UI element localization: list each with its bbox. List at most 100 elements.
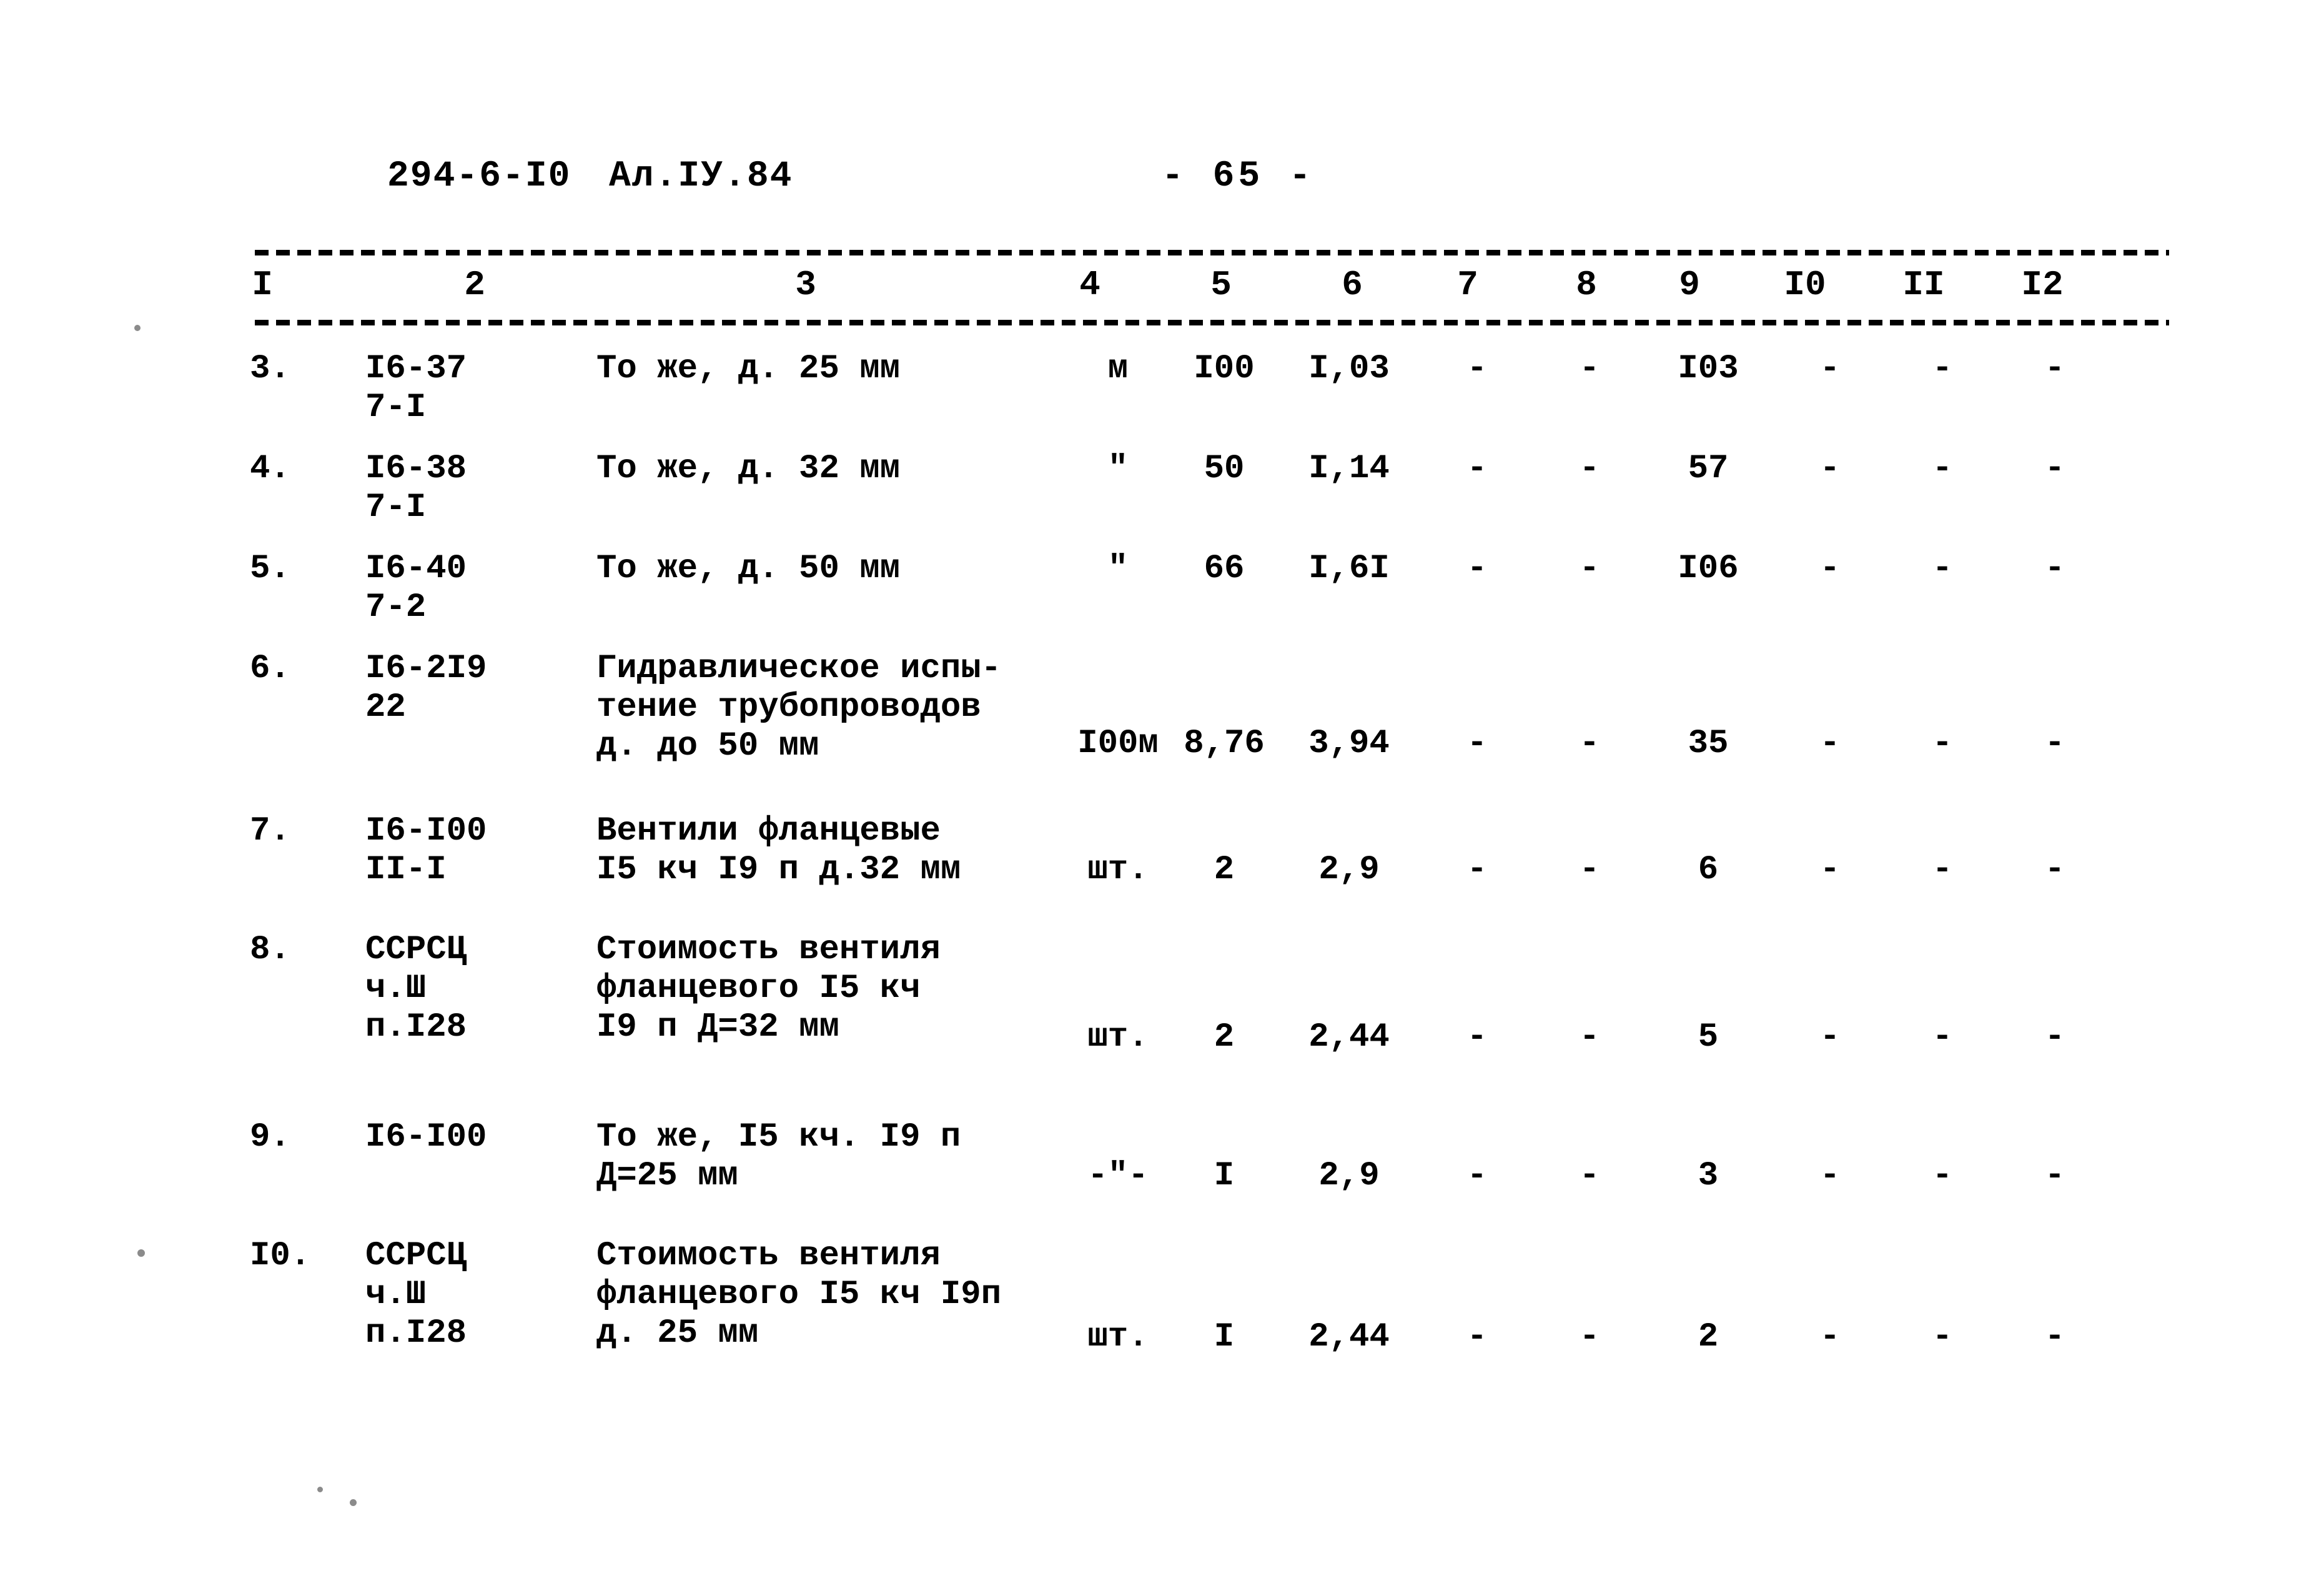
- row-value-col4: 2: [1214, 851, 1235, 889]
- row-value-col4: 2: [1214, 1018, 1235, 1056]
- row-value-col9: -: [1819, 1018, 1841, 1056]
- row-description-line-1: То же, I5 кч. I9 п: [596, 1118, 961, 1156]
- row-value-col11: -: [2044, 550, 2065, 588]
- row-value-col8: 5: [1698, 1018, 1719, 1056]
- row-description: То же, д. 32 мм: [596, 450, 1059, 488]
- row-code-line-1: I6-I00: [365, 812, 487, 850]
- row-value-col6: -: [1466, 1157, 1488, 1195]
- row-code-line-3: п.I28: [365, 1008, 467, 1046]
- table-header-bottom-rule: [255, 320, 2169, 325]
- row-value-col10: -: [1932, 1157, 1953, 1195]
- row-description-line-2: тение трубопроводов: [596, 688, 981, 726]
- row-value-col5: 2,44: [1308, 1318, 1390, 1356]
- table-row: 8. ССРСЦ ч.Ш п.I28 Стоимость вентиля фланцево…: [0, 931, 2324, 1118]
- row-code: I6-37 7-I: [365, 350, 603, 427]
- row-code-line-2: 7-I: [365, 389, 427, 427]
- row-value-col5: I,6I: [1308, 550, 1390, 588]
- row-value-col4: I: [1214, 1157, 1235, 1195]
- column-header-12: I2: [2021, 265, 2064, 305]
- album-reference: Ал.IУ.84: [609, 156, 793, 197]
- table-top-rule: [255, 250, 2169, 255]
- row-value-col11: -: [2044, 1018, 2065, 1056]
- row-code-line-2: ч.Ш: [365, 1276, 427, 1314]
- row-index: 9.: [250, 1118, 290, 1156]
- row-code: ССРСЦ ч.Ш п.I28: [365, 931, 603, 1047]
- row-description-line-1: Стоимость вентиля: [596, 931, 941, 969]
- row-value-col6: -: [1466, 350, 1488, 388]
- row-code: I6-I00: [365, 1118, 603, 1157]
- row-code-line-1: I6-40: [365, 550, 467, 588]
- row-code-line-2: 22: [365, 688, 406, 726]
- row-value-col10: -: [1932, 851, 1953, 889]
- row-value-col11: -: [2044, 725, 2065, 763]
- row-value-col4: 8,76: [1184, 725, 1265, 763]
- table-row: 5. I6-40 7-2 То же, д. 50 мм " 66 I,6I - - I06- - -: [0, 550, 2324, 650]
- row-value-col9: -: [1819, 550, 1841, 588]
- row-description-line-1: То же, д. 32 мм: [596, 450, 901, 488]
- row-code-line-1: I6-I00: [365, 1118, 487, 1156]
- row-description: Стоимость вентиля фланцевого I5 кч I9 п Д=…: [596, 931, 1059, 1047]
- row-value-col10: -: [1932, 1318, 1953, 1356]
- row-code-line-3: п.I28: [365, 1314, 467, 1352]
- row-value-col7: -: [1579, 1318, 1600, 1356]
- row-value-col8: 57: [1688, 450, 1729, 488]
- row-value-col9: -: [1819, 1157, 1841, 1195]
- row-value-col10: -: [1932, 350, 1953, 388]
- row-description-line-1: Стоимость вентиля: [596, 1237, 941, 1275]
- row-value-col9: -: [1819, 851, 1841, 889]
- row-value-col4: I: [1214, 1318, 1235, 1356]
- row-value-col9: -: [1819, 1318, 1841, 1356]
- row-index: 7.: [250, 812, 290, 850]
- row-value-col6: -: [1466, 725, 1488, 763]
- scanned-document-page: 294-6-I0 Ал.IУ.84 - 65 - I 2 3 4 5 6 7 8 9 I0 II I2…: [0, 0, 2324, 1586]
- row-value-col11: -: [2044, 350, 2065, 388]
- row-value-col5: 2,44: [1308, 1018, 1390, 1056]
- row-unit: шт.: [1087, 1018, 1149, 1056]
- row-value-col11: -: [2044, 1157, 2065, 1195]
- row-description-line-2: фланцевого I5 кч: [596, 969, 921, 1008]
- column-header-2: 2: [464, 265, 485, 305]
- row-value-col7: -: [1579, 350, 1600, 388]
- row-code-line-2: II-I: [365, 851, 447, 889]
- row-value-col9: -: [1819, 725, 1841, 763]
- row-description-line-1: Вентили фланцевые: [596, 812, 941, 850]
- table-row: I0. ССРСЦ ч.Ш п.I28 Стоимость вентиля фланцев…: [0, 1237, 2324, 1399]
- row-value-col7: -: [1579, 1157, 1600, 1195]
- row-value-col8: I03: [1678, 350, 1739, 388]
- table-row: 4. I6-38 7-I То же, д. 32 мм " 50 I,14- -57- - -: [0, 450, 2324, 550]
- row-value-col4: 66: [1204, 550, 1245, 588]
- row-description: То же, д. 50 мм: [596, 550, 1059, 588]
- row-value-col10: -: [1932, 450, 1953, 488]
- scan-speckle: [137, 1249, 145, 1257]
- row-description-line-1: Гидравлическое испы-: [596, 650, 1002, 688]
- row-value-col6: -: [1466, 1018, 1488, 1056]
- row-description-line-2: Д=25 мм: [596, 1157, 738, 1195]
- table-row: 9. I6-I00 То же, I5 кч. I9 п Д=25 мм -"- I 2,9…: [0, 1118, 2324, 1237]
- table-column-header-row: I 2 3 4 5 6 7 8 9 I0 II I2: [0, 265, 2324, 315]
- row-value-col8: 3: [1698, 1157, 1719, 1195]
- row-code: I6-2I9 22: [365, 650, 603, 727]
- row-value-col5: I,14: [1308, 450, 1390, 488]
- column-header-9: 9: [1679, 265, 1700, 305]
- row-description: Вентили фланцевые I5 кч I9 п д.32 мм: [596, 812, 1059, 890]
- row-value-col4: I00: [1194, 350, 1255, 388]
- table-row: 3. I6-37 7-I То же, д. 25 мм м I00 I,03- - I03- -…: [0, 350, 2324, 450]
- row-index: 5.: [250, 550, 290, 588]
- row-description-line-2: I5 кч I9 п д.32 мм: [596, 851, 961, 889]
- row-code: I6-40 7-2: [365, 550, 603, 627]
- row-value-col11: -: [2044, 1318, 2065, 1356]
- row-value-col6: -: [1466, 1318, 1488, 1356]
- document-code: 294-6-I0: [387, 156, 571, 197]
- row-value-col9: -: [1819, 450, 1841, 488]
- row-index: I0.: [250, 1237, 311, 1275]
- column-header-8: 8: [1576, 265, 1597, 305]
- row-description-line-2: фланцевого I5 кч I9п: [596, 1276, 1002, 1314]
- row-code: I6-38 7-I: [365, 450, 603, 527]
- row-unit: -"-: [1087, 1157, 1149, 1195]
- row-value-col5: 2,9: [1318, 1157, 1380, 1195]
- row-code: ССРСЦ ч.Ш п.I28: [365, 1237, 603, 1353]
- row-value-col8: 2: [1698, 1318, 1719, 1356]
- row-index: 3.: [250, 350, 290, 388]
- row-value-col5: I,03: [1308, 350, 1390, 388]
- row-unit: шт.: [1087, 1318, 1149, 1356]
